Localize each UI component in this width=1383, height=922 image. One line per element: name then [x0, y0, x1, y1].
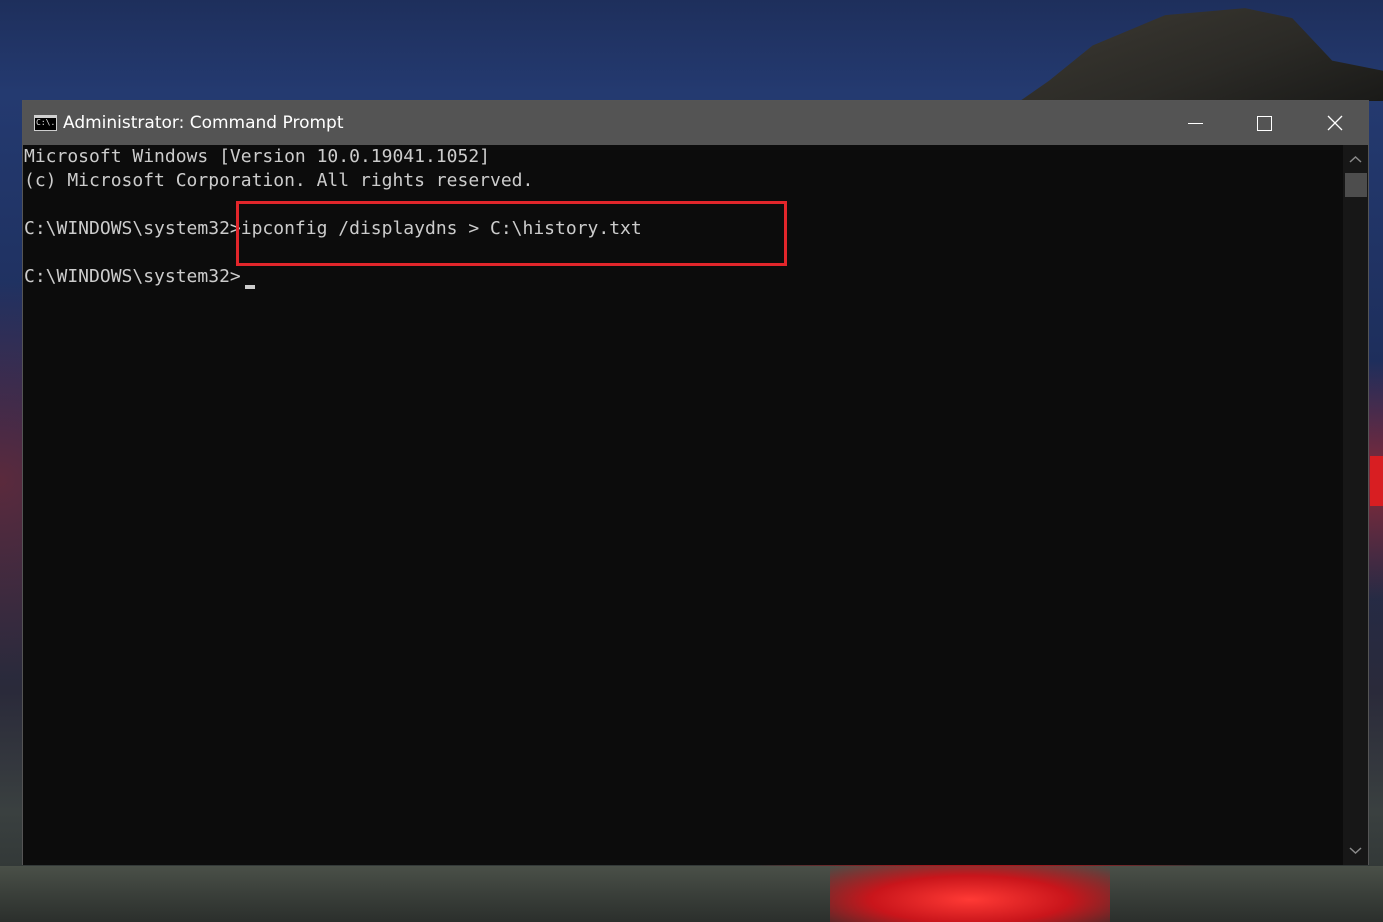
desktop-wallpaper-light	[830, 866, 1110, 922]
title-bar[interactable]: C:\. Administrator: Command Prompt	[23, 101, 1368, 145]
desktop-wallpaper-rocks	[0, 866, 1383, 922]
chevron-down-icon	[1349, 847, 1362, 855]
close-icon	[1327, 115, 1343, 131]
console-copyright-line: (c) Microsoft Corporation. All rights re…	[24, 170, 534, 191]
cmd-app-icon-label: C:\.	[36, 118, 56, 127]
console-input-line[interactable]: C:\WINDOWS\system32>	[24, 265, 241, 289]
desktop-background-app-edge	[1370, 456, 1383, 506]
chevron-up-icon	[1349, 155, 1362, 163]
desktop-wallpaper-mountain	[1020, 8, 1383, 101]
console-output[interactable]: Microsoft Windows [Version 10.0.19041.10…	[23, 145, 1343, 865]
console-version-line: Microsoft Windows [Version 10.0.19041.10…	[24, 146, 490, 167]
vertical-scrollbar[interactable]	[1343, 145, 1368, 865]
minimize-button[interactable]	[1160, 101, 1230, 145]
command-highlight-box	[236, 201, 787, 266]
command-prompt-window[interactable]: C:\. Administrator: Command Prompt Micro…	[22, 100, 1369, 865]
console-prompt: C:\WINDOWS\system32>	[24, 218, 241, 239]
scroll-down-button[interactable]	[1343, 841, 1368, 861]
maximize-button[interactable]	[1230, 101, 1300, 145]
scroll-up-button[interactable]	[1343, 149, 1368, 169]
scrollbar-thumb[interactable]	[1345, 173, 1367, 197]
close-button[interactable]	[1300, 101, 1370, 145]
console-prompt-current: C:\WINDOWS\system32>	[24, 266, 241, 287]
cmd-app-icon[interactable]: C:\.	[34, 115, 57, 131]
text-cursor	[245, 285, 255, 289]
window-title: Administrator: Command Prompt	[63, 113, 344, 133]
